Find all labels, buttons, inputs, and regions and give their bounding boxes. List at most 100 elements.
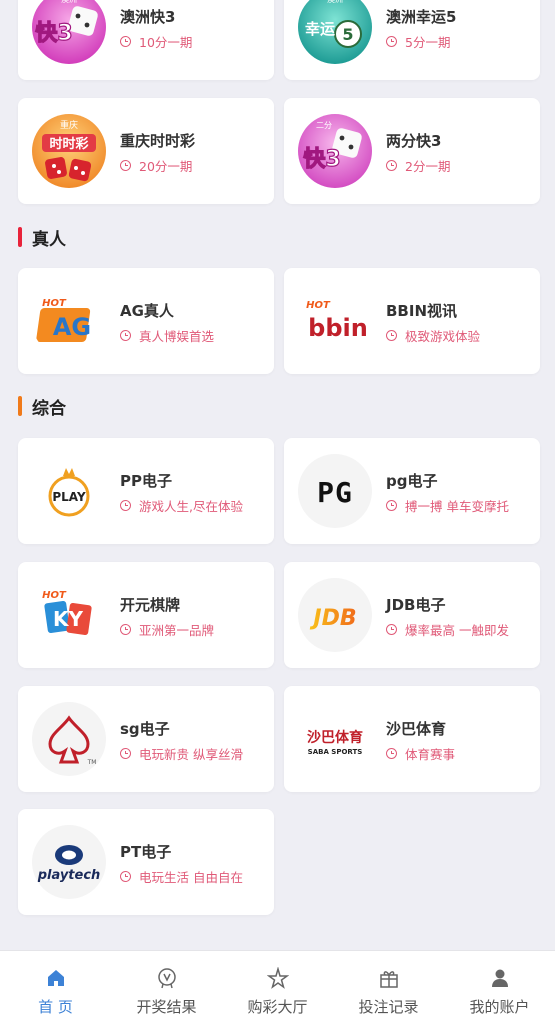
svg-text:沙巴体育: 沙巴体育 <box>307 729 363 746</box>
card-title: 沙巴体育 <box>386 720 447 738</box>
home-icon <box>47 970 64 986</box>
clock-icon <box>386 500 397 511</box>
playtech-logo-icon: playtech <box>32 825 106 899</box>
ag-hot-logo-icon: AG HOT <box>32 284 106 358</box>
clock-icon <box>386 36 397 47</box>
clock-icon <box>120 748 131 759</box>
svg-text:PG: PG <box>317 476 353 509</box>
ky-hot-logo-icon: KY HOT <box>32 578 106 652</box>
card-subtitle: 电玩新贵 纵享丝滑 <box>120 744 243 763</box>
card-subtitle: 电玩生活 自由自在 <box>120 867 243 886</box>
game-card-pg[interactable]: PG pg电子 搏一搏 单车变摩托 <box>284 438 540 544</box>
clock-icon <box>386 624 397 635</box>
section-title: 真人 <box>32 229 66 250</box>
tab-label: 投注记录 <box>358 998 419 1016</box>
award-medal-icon <box>157 968 176 989</box>
game-card-pt[interactable]: playtech PT电子 电玩生活 自由自在 <box>18 809 274 915</box>
card-subtitle: 2分一期 <box>386 156 450 175</box>
tab-home[interactable]: 首 页 <box>0 951 111 1024</box>
dice-k3-pink-icon: 快3 澳洲 <box>32 0 106 64</box>
game-card-ag[interactable]: AG HOT AG真人 真人博娱首选 <box>18 268 274 374</box>
clock-icon <box>386 330 397 341</box>
svg-text:重庆: 重庆 <box>60 119 78 131</box>
section-accent-bar <box>18 227 22 247</box>
bbin-hot-logo-icon: bbin HOT <box>298 284 372 358</box>
card-subtitle: 10分一期 <box>120 32 192 51</box>
clock-icon <box>386 748 397 759</box>
lottery-card-aozhou-xingyun5[interactable]: 5 幸运 澳洲 澳洲幸运5 5分一期 <box>284 0 540 80</box>
svg-text:AG: AG <box>53 313 91 341</box>
card-title: 两分快3 <box>386 132 442 150</box>
game-card-kaiyuan[interactable]: KY HOT 开元棋牌 亚洲第一品牌 <box>18 562 274 668</box>
game-card-pp[interactable]: PLAY PP电子 游戏人生,尽在体验 <box>18 438 274 544</box>
section-accent-bar <box>18 396 22 416</box>
tab-label: 首 页 <box>38 998 73 1016</box>
clock-icon <box>120 500 131 511</box>
card-title: PT电子 <box>120 843 172 861</box>
section-header-general: 综合 <box>18 395 66 419</box>
card-subtitle: 体育赛事 <box>386 744 455 763</box>
lottery-card-aozhou-k3[interactable]: 快3 澳洲 澳洲快3 10分一期 <box>18 0 274 80</box>
svg-text:PLAY: PLAY <box>52 490 86 504</box>
game-card-sg[interactable]: TM sg电子 电玩新贵 纵享丝滑 <box>18 686 274 792</box>
tab-label: 购彩大厅 <box>247 998 308 1016</box>
svg-text:快3: 快3 <box>303 147 340 172</box>
card-subtitle: 亚洲第一品牌 <box>120 620 214 639</box>
pp-play-logo-icon: PLAY <box>32 454 106 528</box>
lottery-card-chongqing-ssc[interactable]: 时时彩 重庆 重庆时时彩 20分一期 <box>18 98 274 204</box>
sg-spade-logo-icon: TM <box>32 702 106 776</box>
card-subtitle: 游戏人生,尽在体验 <box>120 496 243 515</box>
card-subtitle: 真人博娱首选 <box>120 326 214 345</box>
card-title: BBIN视讯 <box>386 302 458 320</box>
svg-text:二分: 二分 <box>316 121 332 130</box>
saba-sports-logo-icon: 沙巴体育 SABA SPORTS <box>298 702 372 776</box>
card-title: 开元棋牌 <box>120 596 181 614</box>
card-title: AG真人 <box>120 302 174 320</box>
card-subtitle: 搏一搏 单车变摩托 <box>386 496 509 515</box>
jdb-logo-icon: JDB <box>298 578 372 652</box>
tab-lottery-hall[interactable]: 购彩大厅 <box>222 951 333 1024</box>
lottery-card-liangfen-k3[interactable]: 快3 二分 两分快3 2分一期 <box>284 98 540 204</box>
svg-text:HOT: HOT <box>42 590 67 601</box>
tab-results[interactable]: 开奖结果 <box>111 951 222 1024</box>
game-card-bbin[interactable]: bbin HOT BBIN视讯 极致游戏体验 <box>284 268 540 374</box>
card-subtitle: 5分一期 <box>386 32 450 51</box>
clock-icon <box>120 160 131 171</box>
user-icon <box>491 969 508 987</box>
star-sparkle-icon <box>266 967 289 989</box>
ssc-orange-icon: 时时彩 重庆 <box>32 114 106 188</box>
svg-text:幸运: 幸运 <box>305 20 335 38</box>
clock-icon <box>120 871 131 882</box>
tab-my-account[interactable]: 我的账户 <box>444 951 555 1024</box>
svg-text:bbin: bbin <box>308 314 368 342</box>
svg-text:KY: KY <box>53 607 83 631</box>
card-title: 澳洲幸运5 <box>386 8 457 26</box>
game-card-jdb[interactable]: JDB JDB电子 爆率最高 一触即发 <box>284 562 540 668</box>
lucky5-teal-icon: 5 幸运 澳洲 <box>298 0 372 64</box>
bottom-tab-bar: 首 页 开奖结果 购彩大厅 投注记录 我的账户 <box>0 950 555 1024</box>
pg-logo-icon: PG <box>298 454 372 528</box>
svg-text:HOT: HOT <box>42 298 67 309</box>
section-header-live: 真人 <box>18 226 66 250</box>
game-card-saba[interactable]: 沙巴体育 SABA SPORTS 沙巴体育 体育赛事 <box>284 686 540 792</box>
card-subtitle: 爆率最高 一触即发 <box>386 620 509 639</box>
home-content[interactable]: 快3 澳洲 澳洲快3 10分一期 5 幸运 澳洲 澳洲幸运5 5分一期 <box>0 0 555 950</box>
tab-bet-records[interactable]: 投注记录 <box>333 951 444 1024</box>
tab-label: 开奖结果 <box>136 998 197 1016</box>
card-title: pg电子 <box>386 472 438 490</box>
svg-text:playtech: playtech <box>37 868 101 883</box>
svg-text:JDB: JDB <box>309 606 356 631</box>
card-title: 重庆时时彩 <box>120 132 196 150</box>
clock-icon <box>120 36 131 47</box>
svg-text:TM: TM <box>87 759 97 766</box>
dice-k3-pink-icon: 快3 二分 <box>298 114 372 188</box>
svg-text:澳洲: 澳洲 <box>61 0 77 4</box>
tab-label: 我的账户 <box>469 998 530 1016</box>
card-title: JDB电子 <box>386 596 446 614</box>
card-title: PP电子 <box>120 472 172 490</box>
clock-icon <box>120 330 131 341</box>
svg-text:SABA SPORTS: SABA SPORTS <box>308 748 363 756</box>
svg-text:澳洲: 澳洲 <box>327 0 343 4</box>
clock-icon <box>386 160 397 171</box>
svg-text:快3: 快3 <box>35 21 72 46</box>
